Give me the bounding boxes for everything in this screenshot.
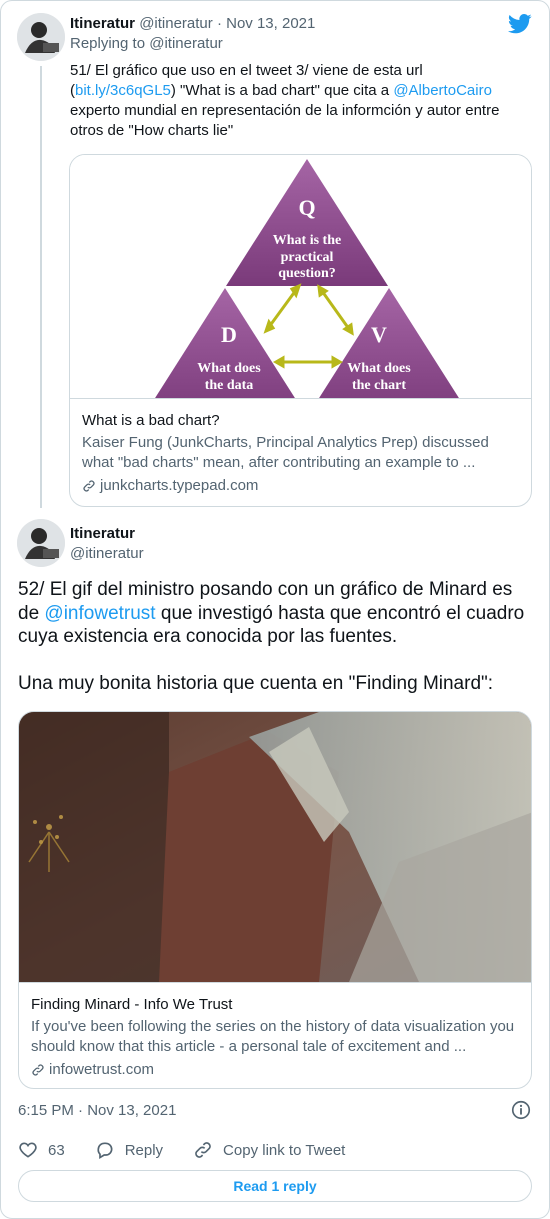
- copy-link-icon: [195, 1142, 211, 1158]
- card-title[interactable]: Finding Minard - Info We Trust: [31, 995, 519, 1015]
- link-card-bad-chart[interactable]: Q What is the practical question? D What…: [69, 154, 532, 507]
- reply-tweet: Itineratur @itineratur · Nov 13, 2021 Re…: [70, 14, 532, 141]
- triangle-text: What does: [347, 361, 411, 376]
- like-count: 63: [48, 1141, 65, 1159]
- card-info[interactable]: Finding Minard - Info We Trust If you've…: [19, 982, 531, 1088]
- card-domain[interactable]: infowetrust.com: [31, 1060, 519, 1080]
- author-name[interactable]: Itineratur: [70, 524, 144, 544]
- triangle-letter-d: D: [221, 322, 237, 347]
- triangle-text: What does: [197, 361, 261, 376]
- avatar[interactable]: [17, 13, 65, 61]
- card-domain-text: junkcharts.typepad.com: [100, 477, 259, 494]
- reply-tweet-text: 51/ El gráfico que uso en el tweet 3/ vi…: [70, 61, 532, 141]
- main-tweet-author: Itineratur @itineratur: [70, 524, 144, 564]
- like-action[interactable]: 63: [18, 1140, 65, 1160]
- text-segment: experto mundial en representación de la …: [70, 102, 500, 139]
- url-link[interactable]: bit.ly/3c6qGL5: [75, 82, 171, 99]
- author-name[interactable]: Itineratur: [70, 15, 135, 32]
- replying-prefix: Replying to: [70, 35, 146, 52]
- card-description: If you've been following the series on t…: [31, 1018, 515, 1055]
- link-card-finding-minard[interactable]: Finding Minard - Info We Trust If you've…: [18, 711, 532, 1089]
- card-image[interactable]: [19, 712, 531, 982]
- triangle-text: practical: [281, 250, 334, 265]
- card-info[interactable]: What is a bad chart? Kaiser Fung (JunkCh…: [70, 398, 531, 506]
- text-segment: ) "What is a bad chart" que cita a: [170, 82, 394, 99]
- reply-bubble-icon: [97, 1142, 113, 1159]
- triangle-text: question?: [278, 266, 336, 281]
- card-title[interactable]: What is a bad chart?: [82, 411, 519, 431]
- tweet-timestamp[interactable]: 6:15 PM · Nov 13, 2021: [18, 1101, 176, 1121]
- heart-icon: [19, 1142, 37, 1158]
- thread-connector-line: [40, 66, 42, 508]
- card-domain[interactable]: junkcharts.typepad.com: [82, 476, 519, 496]
- replying-to: Replying to @itineratur: [70, 34, 532, 54]
- reply-action[interactable]: Reply: [95, 1140, 163, 1160]
- tweet-actions: 63 Reply Copy link to Tweet: [18, 1140, 375, 1160]
- link-icon: [83, 480, 95, 492]
- mention-link[interactable]: @AlbertoCairo: [393, 82, 492, 99]
- copy-link-action[interactable]: Copy link to Tweet: [193, 1140, 345, 1160]
- read-replies-button[interactable]: Read 1 reply: [18, 1170, 532, 1202]
- card-image[interactable]: Q What is the practical question? D What…: [70, 155, 531, 398]
- main-tweet-text: 52/ El gif del ministro posando con un g…: [18, 578, 538, 695]
- main-paragraph-2: Una muy bonita historia que cuenta en "F…: [18, 672, 494, 694]
- copy-link-label: Copy link to Tweet: [223, 1141, 346, 1159]
- avatar[interactable]: [17, 519, 65, 567]
- triangle-letter-q: Q: [298, 195, 315, 220]
- main-paragraph-1: 52/ El gif del ministro posando con un g…: [18, 578, 538, 649]
- link-icon: [32, 1064, 44, 1076]
- triangle-text: the chart: [352, 378, 406, 393]
- author-handle[interactable]: @itineratur: [139, 15, 213, 32]
- triangle-letter-v: V: [371, 322, 387, 347]
- mention-link[interactable]: @infowetrust: [44, 603, 155, 624]
- tweet-date[interactable]: Nov 13, 2021: [226, 15, 315, 32]
- replying-handle[interactable]: @itineratur: [149, 35, 223, 52]
- reply-tweet-header: Itineratur @itineratur · Nov 13, 2021: [70, 14, 532, 34]
- reply-label: Reply: [124, 1141, 164, 1159]
- card-domain-text: infowetrust.com: [49, 1061, 155, 1078]
- author-handle[interactable]: @itineratur: [70, 544, 144, 564]
- info-icon[interactable]: [510, 1099, 532, 1121]
- triangle-text: the data: [205, 378, 254, 393]
- triangle-text: What is the: [273, 233, 341, 248]
- separator: ·: [216, 15, 222, 32]
- card-description: Kaiser Fung (JunkCharts, Principal Analy…: [82, 434, 489, 471]
